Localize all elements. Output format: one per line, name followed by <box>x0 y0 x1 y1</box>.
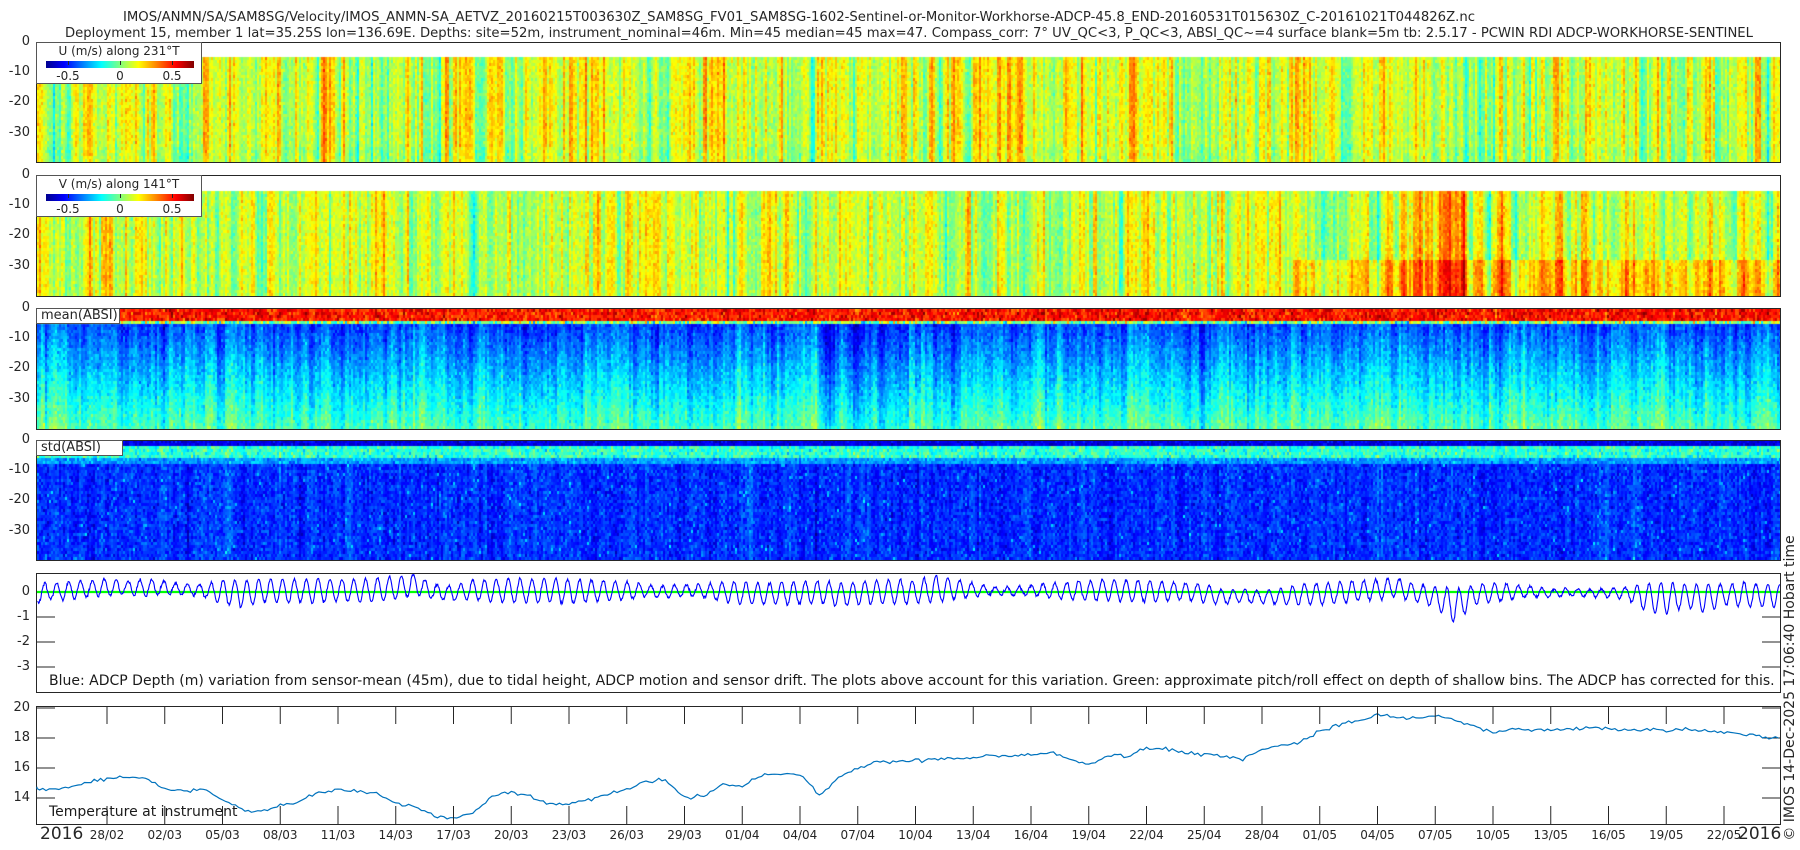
y-tick-label: 14 <box>13 790 30 805</box>
x-year-label-right: 2016 <box>1738 824 1782 844</box>
x-tick-label: 11/03 <box>320 828 356 842</box>
x-tick-label: 17/03 <box>436 828 471 842</box>
x-tick-label: 07/04 <box>840 828 876 842</box>
x-tick-label: 01/05 <box>1302 828 1338 842</box>
x-tick-label: 16/05 <box>1591 828 1626 842</box>
x-tick-label: 25/04 <box>1186 828 1222 842</box>
y-tick-label: -30 <box>8 522 30 538</box>
x-tick-label: 16/04 <box>1013 828 1049 842</box>
x-tick-label: 01/04 <box>724 828 760 842</box>
y-tick-label: 0 <box>21 167 30 182</box>
x-tick-label: 07/05 <box>1417 828 1453 842</box>
y-tick-label: -2 <box>17 634 30 649</box>
x-tick-label: 10/05 <box>1475 828 1511 842</box>
x-tick-label: 14/03 <box>378 828 414 842</box>
x-tick-label: 13/05 <box>1533 828 1569 842</box>
y-tick-label: -10 <box>8 197 30 213</box>
y-tick-label: -30 <box>8 124 30 140</box>
x-tick-label: 13/04 <box>955 828 991 842</box>
y-tick-label: 0 <box>21 34 30 49</box>
y-tick-label: -30 <box>8 257 30 273</box>
temperature-annotation: Temperature at instrument <box>49 804 238 820</box>
x-tick-label: 23/03 <box>551 828 587 842</box>
adcp-depth-variation-line <box>37 573 1781 624</box>
y-tick-label: -30 <box>8 390 30 406</box>
y-tick-label: 0 <box>21 432 30 447</box>
y-tick-label: 18 <box>13 730 30 745</box>
x-tick-label: 04/04 <box>782 828 818 842</box>
y-tick-label: -20 <box>8 227 30 243</box>
y-tick-label: -10 <box>8 330 30 346</box>
line-plots-overlay <box>36 573 1781 824</box>
x-tick-label: 10/04 <box>898 828 933 842</box>
y-tick-label: -10 <box>8 64 30 80</box>
y-tick-label: -1 <box>17 609 30 624</box>
x-tick-label: 19/04 <box>1071 828 1107 842</box>
temperature-line <box>36 713 1779 820</box>
x-tick-label: 05/03 <box>205 828 240 842</box>
x-tick-label: 28/04 <box>1244 828 1280 842</box>
y-tick-label: 20 <box>13 700 30 715</box>
x-tick-label: 26/03 <box>609 828 645 842</box>
y-tick-label: 16 <box>13 760 30 775</box>
x-tick-label: 08/03 <box>262 828 298 842</box>
y-tick-label: -20 <box>8 94 30 110</box>
y-tick-label: -20 <box>8 360 30 376</box>
x-tick-label: 02/03 <box>147 828 183 842</box>
x-year-label-left: 2016 <box>40 824 84 844</box>
y-tick-label: -20 <box>8 492 30 508</box>
x-tick-label: 22/04 <box>1129 828 1164 842</box>
x-tick-label: 19/05 <box>1648 828 1684 842</box>
x-tick-label: 29/03 <box>667 828 702 842</box>
x-tick-label: 28/02 <box>89 828 125 842</box>
copyright-timestamp: © IMOS 14-Dec-2025 17:06:40 Hobart time <box>1782 535 1798 841</box>
x-tick-label: 20/03 <box>493 828 529 842</box>
y-tick-label: 0 <box>21 584 30 599</box>
x-tick-label: 04/05 <box>1360 828 1395 842</box>
y-tick-label: -3 <box>17 659 30 674</box>
depth-annotation: Blue: ADCP Depth (m) variation from sens… <box>49 673 1775 689</box>
y-tick-label: 0 <box>21 300 30 315</box>
y-tick-label: -10 <box>8 462 30 478</box>
